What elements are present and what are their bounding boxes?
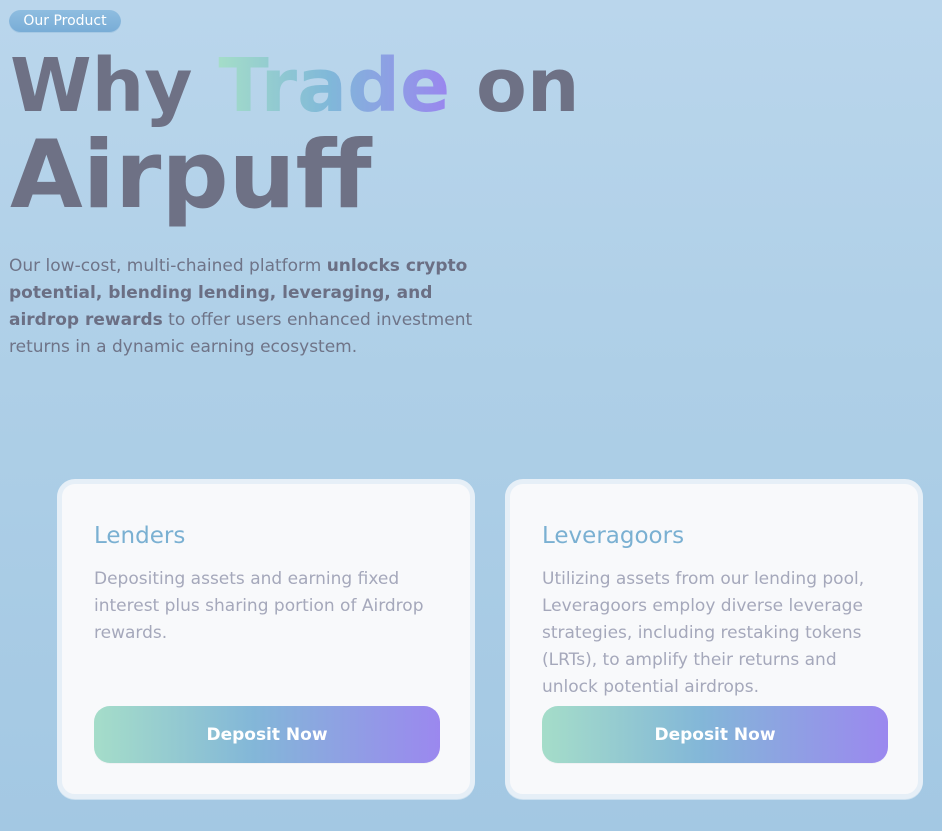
headline-prefix: Why — [10, 43, 193, 129]
lenders-deposit-button[interactable]: Deposit Now — [94, 706, 440, 763]
headline-line-2: Airpuff — [10, 121, 372, 230]
headline-line-1: Why Trade on — [10, 40, 580, 132]
leveragoors-card: Leveragoors Utilizing assets from our le… — [505, 479, 923, 799]
hero-intro: Our low-cost, multi-chained platform unl… — [9, 253, 501, 361]
headline-highlight: Trade — [218, 43, 451, 129]
lenders-card-title: Lenders — [94, 523, 186, 549]
leveragoors-card-title: Leveragoors — [542, 523, 685, 549]
product-badge: Our Product — [9, 10, 121, 33]
leveragoors-card-description: Utilizing assets from our lending pool, … — [542, 569, 865, 697]
lenders-card: Lenders Depositing assets and earning fi… — [57, 479, 475, 799]
lenders-card-description: Depositing assets and earning fixed inte… — [94, 569, 424, 643]
headline-suffix: on — [476, 43, 580, 129]
leveragoors-deposit-button[interactable]: Deposit Now — [542, 706, 888, 763]
page-headline: Why Trade on Airpuff — [10, 40, 580, 226]
intro-text-start: Our low-cost, multi-chained platform — [9, 256, 327, 276]
